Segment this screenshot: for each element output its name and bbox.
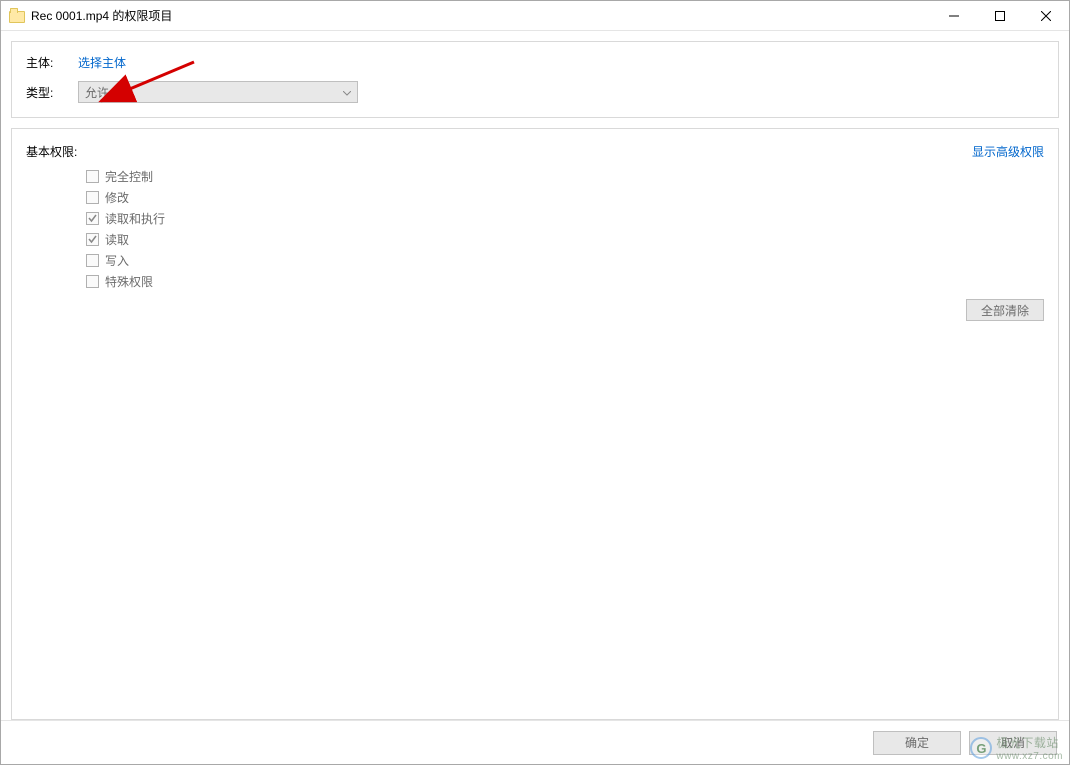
type-select-value: 允许 — [85, 84, 109, 101]
close-button[interactable] — [1023, 1, 1069, 31]
permission-label: 读取 — [105, 231, 129, 248]
checkbox-icon[interactable] — [86, 170, 99, 183]
checkbox-icon[interactable] — [86, 275, 99, 288]
clear-all-button[interactable]: 全部清除 — [966, 299, 1044, 321]
permissions-list: 完全控制修改读取和执行读取写入特殊权限 — [86, 168, 1044, 290]
content-area: 主体: 选择主体 类型: 允许 基本权限: 显示高级权限 完全控制修改读取和执行… — [1, 31, 1069, 720]
permission-item[interactable]: 读取 — [86, 231, 1044, 248]
maximize-button[interactable] — [977, 1, 1023, 31]
checkbox-icon[interactable] — [86, 212, 99, 225]
permission-label: 完全控制 — [105, 168, 153, 185]
checkbox-icon[interactable] — [86, 254, 99, 267]
basic-permissions-title: 基本权限: — [26, 143, 77, 160]
principal-row: 主体: 选择主体 — [26, 54, 1044, 71]
permission-label: 修改 — [105, 189, 129, 206]
permission-item[interactable]: 修改 — [86, 189, 1044, 206]
select-principal-link[interactable]: 选择主体 — [78, 54, 126, 71]
permission-item[interactable]: 写入 — [86, 252, 1044, 269]
checkbox-icon[interactable] — [86, 233, 99, 246]
permission-item[interactable]: 特殊权限 — [86, 273, 1044, 290]
permission-label: 写入 — [105, 252, 129, 269]
titlebar: Rec 0001.mp4 的权限项目 — [1, 1, 1069, 31]
chevron-down-icon — [343, 85, 351, 99]
type-label: 类型: — [26, 84, 78, 101]
minimize-button[interactable] — [931, 1, 977, 31]
permissions-panel: 基本权限: 显示高级权限 完全控制修改读取和执行读取写入特殊权限 全部清除 — [11, 128, 1059, 720]
principal-label: 主体: — [26, 54, 78, 71]
window-title: Rec 0001.mp4 的权限项目 — [31, 7, 172, 24]
permission-label: 特殊权限 — [105, 273, 153, 290]
permission-item[interactable]: 读取和执行 — [86, 210, 1044, 227]
permission-dialog: Rec 0001.mp4 的权限项目 主体: 选择主体 — [0, 0, 1070, 765]
cancel-button[interactable]: 取消 — [969, 731, 1057, 755]
principal-panel: 主体: 选择主体 类型: 允许 — [11, 41, 1059, 118]
type-row: 类型: 允许 — [26, 81, 1044, 103]
ok-button[interactable]: 确定 — [873, 731, 961, 755]
permission-label: 读取和执行 — [105, 210, 165, 227]
permission-item[interactable]: 完全控制 — [86, 168, 1044, 185]
type-select[interactable]: 允许 — [78, 81, 358, 103]
show-advanced-permissions-link[interactable]: 显示高级权限 — [972, 143, 1044, 160]
folder-icon — [9, 9, 25, 23]
checkbox-icon[interactable] — [86, 191, 99, 204]
dialog-footer: 确定 取消 G 极光下载站 www.xz7.com — [1, 720, 1069, 764]
